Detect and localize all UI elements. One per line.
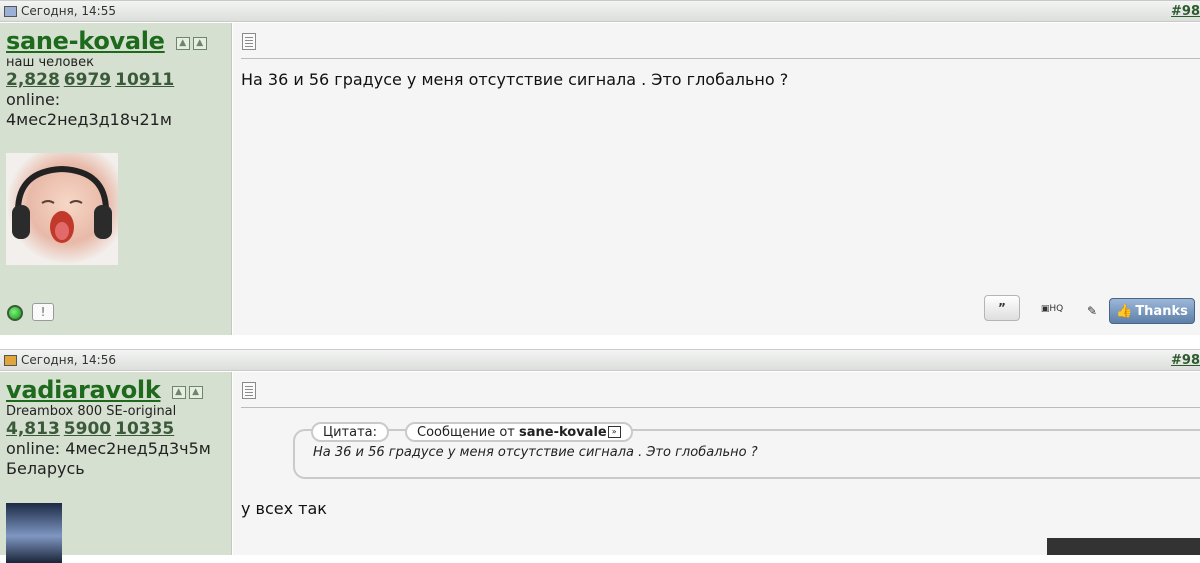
stat-posts-link[interactable]: 4,813 [6, 419, 60, 439]
post-header: Сегодня, 14:55 #98 [0, 0, 1200, 22]
stat-thanks-link[interactable]: 6979 [64, 70, 111, 90]
edit-button[interactable]: ✎ [1080, 300, 1104, 322]
rank-icon: ▲ [188, 386, 203, 399]
avatar [6, 153, 118, 265]
avatar [6, 503, 62, 563]
stat-rep-link[interactable]: 10911 [115, 70, 174, 90]
message-pane: Цитата: Сообщение от sane-kovale » На 36… [233, 372, 1200, 555]
rank-icon: ▲ [171, 386, 186, 399]
quote-author: sane-kovale [519, 424, 607, 440]
user-info-pane: sane-kovale ▲ ▲ наш человек 2,828 6979 109… [0, 23, 232, 335]
rank-icon: ▲ [192, 37, 207, 50]
dark-panel [1047, 538, 1200, 555]
post-icon [4, 354, 17, 366]
quote-source: Сообщение от sane-kovale » [405, 422, 633, 442]
post-number-link[interactable]: #98 [1171, 4, 1200, 19]
view-post-icon[interactable]: » [607, 426, 621, 438]
report-icon[interactable]: ! [32, 303, 54, 321]
stat-rep-link[interactable]: 10335 [115, 419, 174, 439]
user-stats: 4,813 5900 10335 [6, 419, 225, 439]
thanks-button[interactable]: 👍 Thanks [1109, 298, 1195, 324]
online-label: online: [6, 90, 61, 109]
document-icon [242, 33, 256, 50]
edit-icon: ✎ [1086, 304, 1098, 318]
quote-icon: ” [998, 301, 1006, 315]
post-message: у всех так [241, 499, 327, 518]
user-title: Dreambox 800 SE-original [6, 404, 177, 419]
post-header: Сегодня, 14:56 #98 [0, 349, 1200, 371]
user-info-pane: vadiaravolk ▲ ▲ Dreambox 800 SE-original… [0, 372, 232, 563]
thanks-label: Thanks [1135, 303, 1188, 319]
stat-posts-link[interactable]: 2,828 [6, 70, 60, 90]
divider [241, 58, 1200, 59]
multiquote-button[interactable]: ▣HQ [1030, 298, 1074, 320]
message-pane: На 36 и 56 градусе у меня отсутствие сиг… [233, 23, 1200, 335]
divider [241, 407, 1200, 408]
post-message: На 36 и 56 градусе у меня отсутствие сиг… [241, 70, 789, 89]
user-stats: 2,828 6979 10911 [6, 70, 225, 90]
post-number-link[interactable]: #98 [1171, 353, 1200, 368]
username-link[interactable]: sane-kovale [6, 27, 165, 55]
post-icon [4, 5, 17, 17]
quote-source-prefix: Сообщение от [417, 424, 515, 440]
thumbs-up-icon: 👍 [1116, 303, 1133, 319]
online-time: 4мес2нед3д18ч21м [6, 110, 172, 129]
stat-thanks-link[interactable]: 5900 [64, 419, 111, 439]
document-icon [242, 382, 256, 399]
quote-block: Цитата: Сообщение от sane-kovale » На 36… [293, 422, 1200, 479]
user-location: Беларусь [6, 459, 85, 478]
multiquote-icon: ▣HQ [1040, 304, 1064, 314]
rank-icon: ▲ [175, 37, 190, 50]
user-title: наш человек [6, 55, 94, 70]
online-status-icon [7, 305, 23, 321]
post-date: Сегодня, 14:56 [21, 353, 116, 367]
quote-button[interactable]: ” [984, 295, 1020, 321]
quote-text: На 36 и 56 градусе у меня отсутствие сиг… [313, 445, 758, 460]
quote-label: Цитата: [311, 422, 389, 442]
post-separator [0, 336, 1200, 350]
post-date: Сегодня, 14:55 [21, 4, 116, 18]
username-link[interactable]: vadiaravolk [6, 376, 161, 404]
online-info: online: 4мес2нед5д3ч5м [6, 439, 211, 458]
